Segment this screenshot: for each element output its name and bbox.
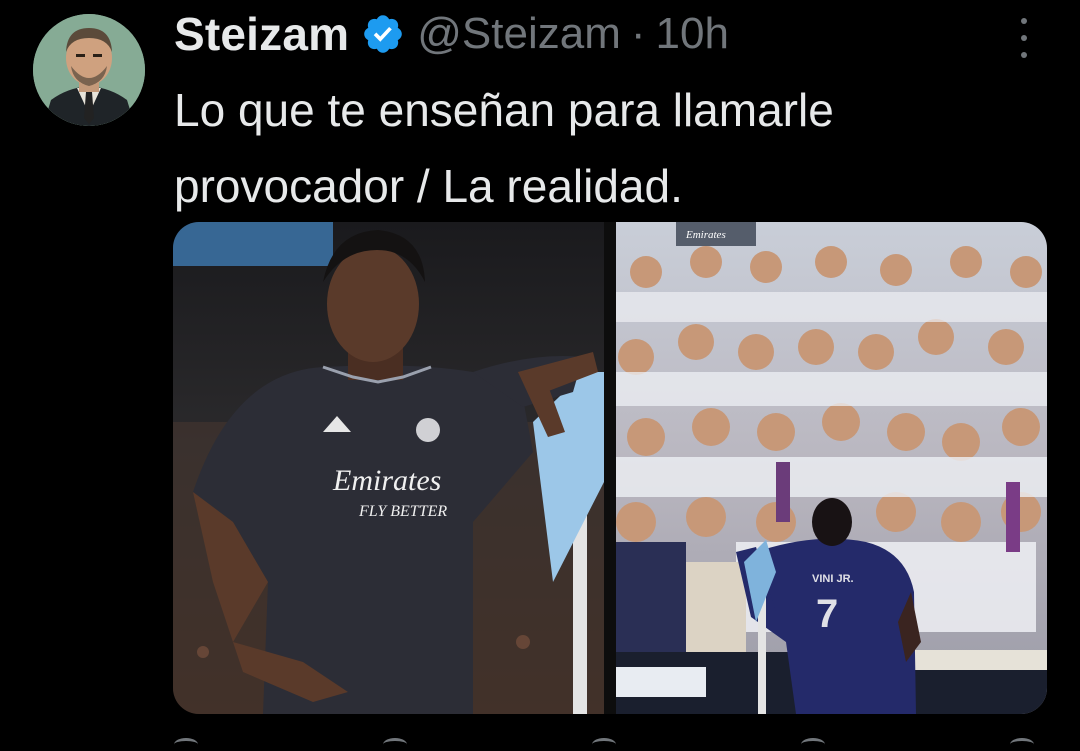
tweet-actions-partial	[174, 738, 1034, 748]
avatar-illustration	[33, 14, 145, 126]
more-dot	[1021, 35, 1027, 41]
share-icon[interactable]	[1010, 738, 1034, 751]
like-icon[interactable]	[592, 738, 616, 751]
tweet-timestamp[interactable]: 10h	[656, 9, 729, 59]
author-name[interactable]: Steizam	[174, 7, 349, 61]
tweet-header: Steizam @Steizam · 10h	[174, 6, 729, 62]
retweet-icon[interactable]	[383, 738, 407, 751]
shirt-name: VINI JR.	[812, 573, 854, 585]
jersey-sponsor-left: Emirates	[332, 464, 441, 497]
tweet-text: Lo que te enseñan para llamarle provocad…	[174, 84, 834, 212]
player-photo: Emirates FLY BETTER	[173, 222, 604, 714]
shirt-number: 7	[816, 592, 838, 636]
crowd-banner: Emirates	[685, 229, 726, 241]
more-options-icon[interactable]	[1012, 18, 1036, 58]
media-photo-right[interactable]: Emirates VINI JR. 7	[616, 222, 1047, 714]
crowd-photo: Emirates VINI JR. 7	[616, 222, 1047, 714]
header-separator: ·	[630, 9, 646, 58]
verified-badge-icon[interactable]	[361, 12, 405, 56]
author-avatar[interactable]	[33, 14, 145, 126]
author-handle[interactable]: @Steizam	[417, 9, 621, 59]
reply-icon[interactable]	[174, 738, 198, 751]
views-icon[interactable]	[801, 738, 825, 751]
media-photo-left[interactable]: Emirates FLY BETTER	[173, 222, 604, 714]
more-dot	[1021, 52, 1027, 58]
jersey-sub-left: FLY BETTER	[358, 503, 447, 520]
more-dot	[1021, 18, 1027, 24]
tweet-media[interactable]: Emirates FLY BETTER Emirates VINI JR. 7	[173, 222, 1047, 714]
